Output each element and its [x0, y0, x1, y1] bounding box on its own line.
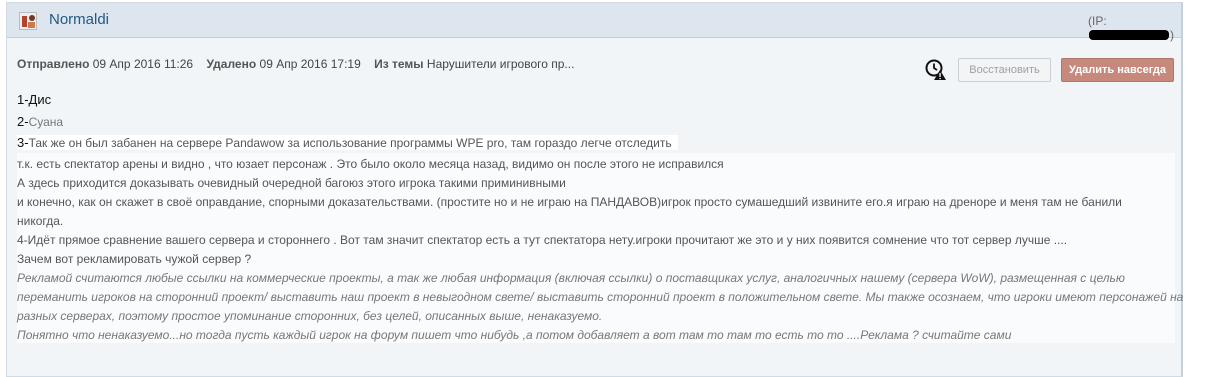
ip-redaction	[1089, 30, 1169, 40]
sent-label: Отправлено	[17, 57, 90, 71]
avatar[interactable]	[19, 12, 37, 30]
ip-address: (IP: )	[1088, 14, 1181, 42]
quote-line-4: Понятно что ненаказуемо...но тогда пусть…	[17, 328, 1012, 342]
post-paragraph-1: т.к. есть спектатор арены и видно , что …	[17, 157, 724, 171]
post-paragraph-3: и конечно, как он скажет в своё оправдан…	[17, 195, 1122, 209]
quote-line-1: Рекламой считаются любые ссылки на комме…	[17, 271, 1125, 285]
delete-forever-button[interactable]: Удалить навсегда	[1061, 58, 1174, 82]
quote-line-3: разных серверах, поэтому простое упомина…	[17, 309, 603, 323]
post-body-block: т.к. есть спектатор арены и видно , что …	[17, 153, 1183, 343]
post-paragraph-6: Зачем вот рекламировать чужой сервер ?	[17, 252, 252, 266]
ip-suffix: )	[1170, 28, 1174, 42]
post-paragraph-2: А здесь приходится доказывать очевидный …	[17, 176, 566, 190]
line3-text: Так же он был забанен на сервере Pandawo…	[28, 136, 672, 150]
line2-number: 2-	[17, 114, 29, 129]
post-paragraph-4: никогда.	[17, 214, 64, 228]
line3-number: 3-	[17, 135, 29, 150]
post-line-3: 3-Так же он был забанен на сервере Panda…	[17, 135, 678, 150]
quote-line-2: переманить игроков на сторонний проект/ …	[17, 290, 1184, 304]
post-header: Normaldi (IP: )	[7, 3, 1181, 42]
post-line-2: 2-Суана	[17, 114, 63, 129]
ip-prefix: (IP:	[1088, 14, 1107, 28]
post-meta: Отправлено 09 Апр 2016 11:26 Удалено 09 …	[17, 57, 574, 71]
deleted-post: Normaldi (IP: ) Отправлено 09 Апр 2016 1…	[6, 2, 1183, 377]
sent-date: 09 Апр 2016 11:26	[92, 57, 194, 71]
line2-text: Суана	[28, 115, 64, 129]
restore-button[interactable]: Восстановить	[958, 58, 1051, 82]
clock-warning-icon	[925, 59, 946, 80]
post-line-1: 1-Дис	[17, 92, 52, 107]
topic-link[interactable]: Нарушители игрового пр...	[427, 57, 575, 71]
username-link[interactable]: Normaldi	[49, 11, 109, 28]
topic-label: Из темы	[374, 57, 424, 71]
post-paragraph-5: 4-Идёт прямое сравнение вашего сервера и…	[17, 233, 1068, 247]
deleted-date: 09 Апр 2016 17:19	[259, 57, 361, 71]
deleted-label: Удалено	[206, 57, 257, 71]
